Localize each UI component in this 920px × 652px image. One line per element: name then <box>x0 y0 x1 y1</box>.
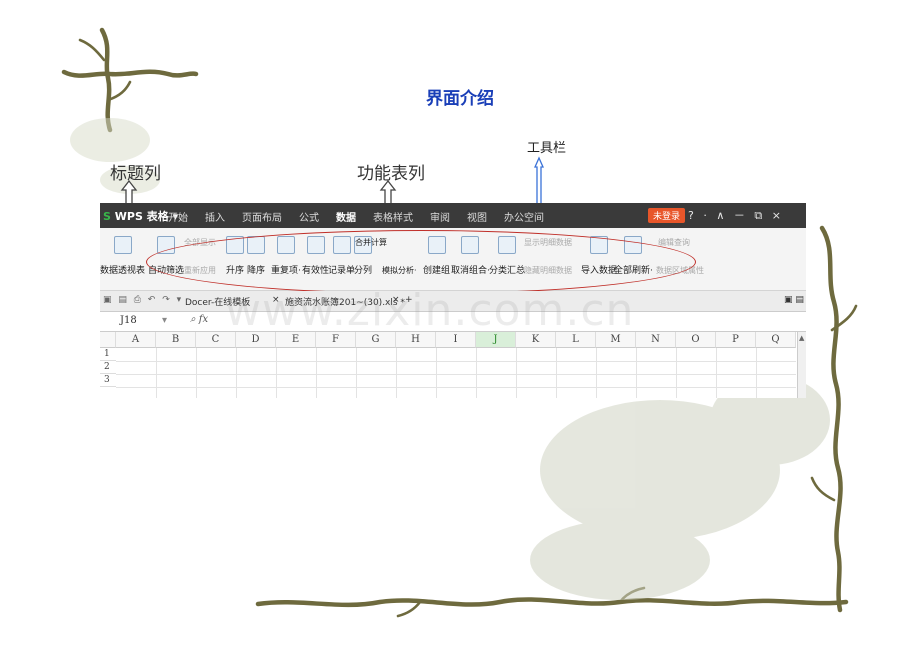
grid-line <box>716 348 717 398</box>
grid-line <box>636 348 637 398</box>
quick-access-toolbar[interactable]: ▣ ▤ ⎙ ↶ ↷ ▾ <box>103 295 183 305</box>
grid-line <box>156 348 157 398</box>
grid-line <box>276 348 277 398</box>
grid-line <box>516 348 517 398</box>
tab-insert[interactable]: 插入 <box>205 209 225 224</box>
row-header[interactable]: 3 <box>100 374 116 387</box>
column-header[interactable]: Q <box>756 332 796 348</box>
tab-home[interactable]: 开始 <box>168 209 188 224</box>
tab-formulas[interactable]: 公式 <box>299 209 319 224</box>
tab-data[interactable]: 数据 <box>336 209 356 224</box>
column-header[interactable]: A <box>116 332 156 348</box>
tab-office-space[interactable]: 办公空间 <box>504 209 544 224</box>
up-arrow-icon <box>379 179 397 206</box>
tab-page-layout[interactable]: 页面布局 <box>242 209 282 224</box>
fx-icon[interactable]: ⌕ fx <box>190 314 208 325</box>
grid-line <box>596 348 597 398</box>
menu-tabs: 开始 插入 页面布局 公式 数据 表格样式 审阅 视图 办公空间 <box>168 209 561 224</box>
spreadsheet-grid[interactable]: A B C D E F G H I J K L M N O P Q 1 2 3 <box>100 332 806 398</box>
window-controls[interactable]: ? · ∧ － ⧉ × <box>688 207 784 223</box>
column-header[interactable]: N <box>636 332 676 348</box>
grid-line <box>436 348 437 398</box>
row-header[interactable]: 2 <box>100 361 116 374</box>
zoom-icon: ⌕ <box>190 314 196 325</box>
name-box-dropdown-icon[interactable]: ▾ <box>162 315 167 326</box>
column-header[interactable]: B <box>156 332 196 348</box>
grid-line <box>116 361 796 362</box>
scroll-up-arrow-icon[interactable]: ▲ <box>799 334 804 342</box>
name-box[interactable]: J18 <box>120 315 137 326</box>
column-header[interactable]: O <box>676 332 716 348</box>
grid-line <box>356 348 357 398</box>
grid-line <box>756 348 757 398</box>
app-logo[interactable]: S WPS 表格 ▾ <box>103 208 178 224</box>
grid-line <box>556 348 557 398</box>
panel-toggle-icon[interactable]: ▣ ▤ <box>784 295 804 305</box>
grid-line <box>676 348 677 398</box>
slide: 界面介绍 标题列 功能表列 工具栏 S WPS 表格 ▾ 开始 插入 页面布局 … <box>0 0 920 652</box>
login-button[interactable]: 未登录 <box>648 208 686 223</box>
tab-view[interactable]: 视图 <box>467 209 487 224</box>
watermark: www.zixin.com.cn <box>225 285 635 336</box>
grid-line <box>316 348 317 398</box>
grid-line <box>116 387 796 388</box>
grid-line <box>476 348 477 398</box>
grid-line <box>116 374 796 375</box>
row-header[interactable]: 1 <box>100 348 116 361</box>
column-header[interactable]: P <box>716 332 756 348</box>
vertical-scrollbar[interactable]: ▲ <box>797 332 806 398</box>
grid-line <box>196 348 197 398</box>
pivot-table-button[interactable]: 数据透视表 <box>100 236 145 276</box>
title-bar: S WPS 表格 ▾ 开始 插入 页面布局 公式 数据 表格样式 审阅 视图 办… <box>100 203 806 228</box>
select-all-corner[interactable] <box>100 332 116 348</box>
up-arrow-icon <box>120 179 138 206</box>
tab-table-style[interactable]: 表格样式 <box>373 209 413 224</box>
pivot-table-icon <box>113 236 132 254</box>
grid-line <box>396 348 397 398</box>
grid-line <box>236 348 237 398</box>
tab-review[interactable]: 审阅 <box>430 209 450 224</box>
